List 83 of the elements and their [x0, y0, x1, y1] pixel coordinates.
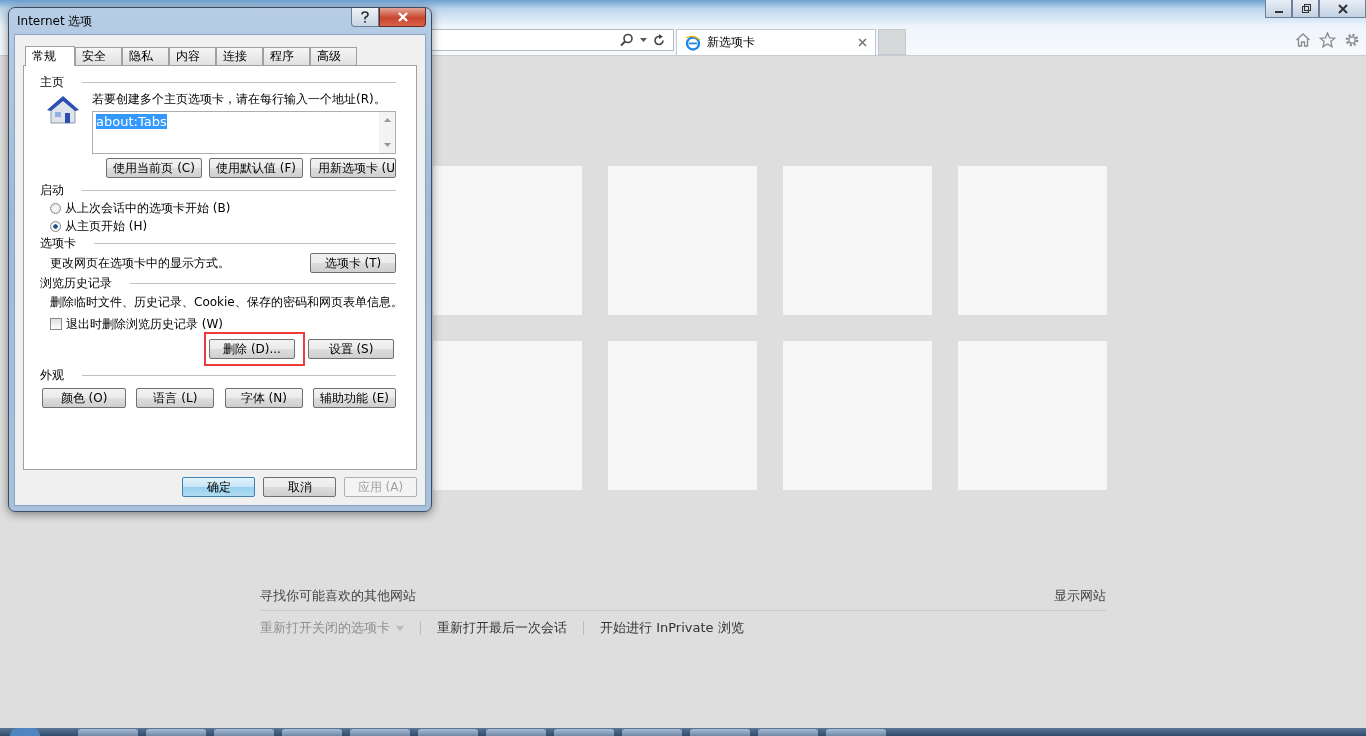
appearance-button[interactable]: 字体 (N) [224, 388, 303, 408]
close-icon[interactable] [858, 38, 867, 47]
help-button[interactable] [351, 8, 379, 27]
footer-link[interactable]: 开始进行 InPrivate 浏览 [600, 619, 744, 637]
dialog-tab[interactable]: 连接 [216, 47, 263, 65]
home-icon[interactable] [1295, 32, 1311, 48]
dialog-tab[interactable]: 程序 [263, 47, 310, 65]
minimize-button[interactable] [1265, 0, 1292, 18]
scroll-down-icon[interactable] [383, 143, 391, 147]
scroll-up-icon[interactable] [383, 118, 391, 122]
section-heading: 选项卡 [40, 235, 76, 252]
appearance-button[interactable]: 颜色 (O) [42, 388, 126, 408]
browser-logo-icon [685, 34, 701, 51]
taskbar-button[interactable] [214, 729, 274, 736]
restore-icon [1299, 3, 1312, 14]
appearance-button[interactable]: 语言 (L) [136, 388, 215, 408]
discover-text: 寻找你可能喜欢的其他网站 [260, 587, 416, 605]
section-heading: 启动 [40, 182, 64, 199]
appearance-button[interactable]: 辅助功能 (E) [313, 388, 396, 408]
close-button[interactable] [379, 8, 426, 27]
dialog-button[interactable]: 取消 [263, 477, 336, 497]
section-heading: 浏览历史记录 [40, 275, 112, 292]
homepage-button[interactable]: 使用默认值 (F) [208, 158, 303, 178]
dialog-tab[interactable]: 高级 [310, 47, 357, 65]
taskbar-button[interactable] [350, 729, 410, 736]
taskbar-button[interactable] [622, 729, 682, 736]
browser-tab[interactable]: 新选项卡 [676, 29, 876, 55]
homepage-button[interactable]: 使用当前页 (C) [106, 158, 202, 178]
dialog-tab[interactable]: 常规 [25, 46, 75, 66]
checkbox-label: 退出时删除浏览历史记录 (W) [66, 315, 224, 333]
dialog-button[interactable]: 确定 [182, 477, 255, 497]
checkbox[interactable] [50, 318, 62, 330]
house-icon [46, 95, 80, 125]
show-sites-link[interactable]: 显示网站 [1054, 587, 1106, 605]
homepage-button[interactable]: 用新选项卡 (U [310, 158, 396, 178]
star-icon[interactable] [1319, 32, 1336, 48]
description-text: 删除临时文件、历史记录、Cookie、保存的密码和网页表单信息。 [50, 294, 396, 311]
section-heading: 外观 [40, 367, 64, 384]
taskbar-button[interactable] [146, 729, 206, 736]
site-tile[interactable] [783, 166, 932, 315]
site-tile[interactable] [958, 341, 1107, 490]
new-tab-button[interactable] [878, 29, 906, 55]
settings-icon[interactable] [1344, 32, 1360, 48]
taskbar-button[interactable] [826, 729, 886, 736]
refresh-icon[interactable] [653, 33, 665, 47]
close-button[interactable] [1319, 0, 1366, 18]
taskbar-button[interactable] [282, 729, 342, 736]
dropdown-icon[interactable] [640, 38, 647, 42]
site-tile[interactable] [608, 341, 757, 490]
scrollbar[interactable] [379, 112, 395, 153]
dialog-title: Internet 选项 [17, 12, 93, 30]
tabs-button[interactable]: 选项卡 (T) [310, 253, 396, 273]
dialog-tab[interactable]: 隐私 [122, 47, 169, 65]
taskbar-button[interactable] [418, 729, 478, 736]
taskbar-button[interactable] [486, 729, 546, 736]
site-tile[interactable] [958, 166, 1107, 315]
site-tile[interactable] [433, 341, 582, 490]
footer-link[interactable]: 重新打开最后一次会话 [437, 619, 567, 637]
close-icon [1336, 3, 1349, 14]
dialog-tab[interactable]: 安全 [75, 47, 122, 65]
search-icon[interactable] [620, 33, 634, 47]
radio-button[interactable] [50, 220, 61, 232]
taskbar-button[interactable] [758, 729, 818, 736]
history-button[interactable]: 设置 (S) [308, 339, 394, 359]
minimize-icon [1274, 10, 1283, 13]
site-tile[interactable] [783, 341, 932, 490]
taskbar-button[interactable] [78, 729, 138, 736]
instruction-text: 若要创建多个主页选项卡，请在每行输入一个地址(R)。 [92, 91, 387, 108]
help-icon [361, 11, 369, 23]
description-text: 更改网页在选项卡中的显示方式。 [50, 254, 230, 272]
start-button[interactable] [10, 728, 40, 736]
radio-label: 从主页开始 (H) [65, 217, 148, 235]
restore-button[interactable] [1292, 0, 1319, 18]
history-button[interactable]: 删除 (D)... [209, 339, 295, 359]
taskbar-button[interactable] [690, 729, 750, 736]
taskbar-button[interactable] [554, 729, 614, 736]
dialog-tab[interactable]: 内容 [169, 47, 216, 65]
close-icon [396, 12, 409, 22]
site-tile[interactable] [608, 166, 757, 315]
site-tile[interactable] [433, 166, 582, 315]
radio-button[interactable] [50, 202, 61, 214]
radio-label: 从上次会话中的选项卡开始 (B) [65, 199, 231, 217]
section-heading: 主页 [40, 74, 64, 91]
